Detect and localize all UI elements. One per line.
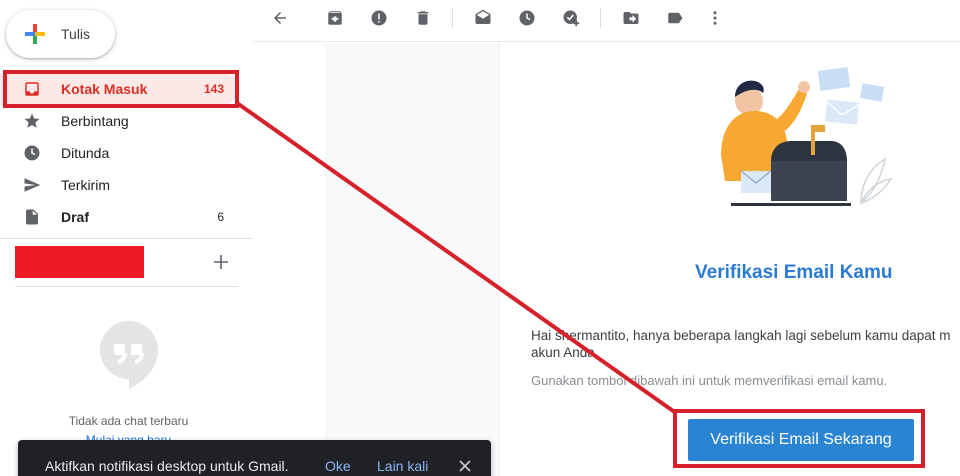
compose-label: Tulis <box>61 26 91 42</box>
star-icon <box>23 112 41 130</box>
toolbar-separator <box>452 8 453 28</box>
email-gutter <box>325 43 500 476</box>
sidebar-item-drafts[interactable]: Draf 6 <box>0 201 238 233</box>
sidebar-item-label: Draf <box>61 209 90 225</box>
clock-icon <box>23 144 41 162</box>
hangouts-icon <box>100 321 158 389</box>
snooze-icon[interactable] <box>517 8 537 28</box>
email-instruction: Gunakan tombol dibawah ini untuk memveri… <box>531 373 888 388</box>
add-task-icon[interactable] <box>561 8 581 28</box>
compose-button[interactable]: Tulis <box>6 10 115 58</box>
highlight-box-inbox <box>3 70 239 108</box>
no-chat-text: Tidak ada chat terbaru <box>68 414 189 428</box>
delete-icon[interactable] <box>413 8 433 28</box>
divider <box>0 238 253 239</box>
move-to-icon[interactable] <box>621 8 641 28</box>
toolbar-separator <box>600 8 601 28</box>
email-paragraph-continued: akun Anda. <box>531 345 599 360</box>
plus-icon <box>25 24 45 44</box>
sidebar-item-starred[interactable]: Berbintang <box>0 105 238 137</box>
sidebar-item-label: Ditunda <box>61 145 110 161</box>
sidebar-item-label: Terkirim <box>61 177 110 193</box>
back-icon[interactable] <box>270 8 290 28</box>
toolbar <box>253 0 960 42</box>
add-icon[interactable] <box>212 253 230 271</box>
close-icon[interactable] <box>458 459 472 473</box>
mailbox-illustration <box>721 67 893 206</box>
sidebar-item-label: Berbintang <box>61 113 129 129</box>
sidebar-item-sent[interactable]: Terkirim <box>0 169 238 201</box>
label-icon[interactable] <box>665 8 685 28</box>
draft-count: 6 <box>217 210 224 224</box>
draft-icon <box>23 208 41 226</box>
redacted-account-label <box>15 246 144 278</box>
highlight-box-verify-button <box>673 409 925 468</box>
archive-icon[interactable] <box>325 8 345 28</box>
snackbar-later-button[interactable]: Lain kali <box>377 458 428 474</box>
more-icon[interactable] <box>705 8 725 28</box>
send-icon <box>23 176 41 194</box>
mark-unread-icon[interactable] <box>473 8 493 28</box>
snackbar-text: Aktifkan notifikasi desktop untuk Gmail. <box>45 458 289 474</box>
snackbar-ok-button[interactable]: Oke <box>325 458 351 474</box>
sidebar-item-snoozed[interactable]: Ditunda <box>0 137 238 169</box>
report-spam-icon[interactable] <box>369 8 389 28</box>
email-paragraph: Hai shermantito, hanya beberapa langkah … <box>531 328 951 343</box>
divider <box>15 286 238 287</box>
notification-snackbar: Aktifkan notifikasi desktop untuk Gmail.… <box>18 440 491 476</box>
email-heading: Verifikasi Email Kamu <box>695 262 893 283</box>
